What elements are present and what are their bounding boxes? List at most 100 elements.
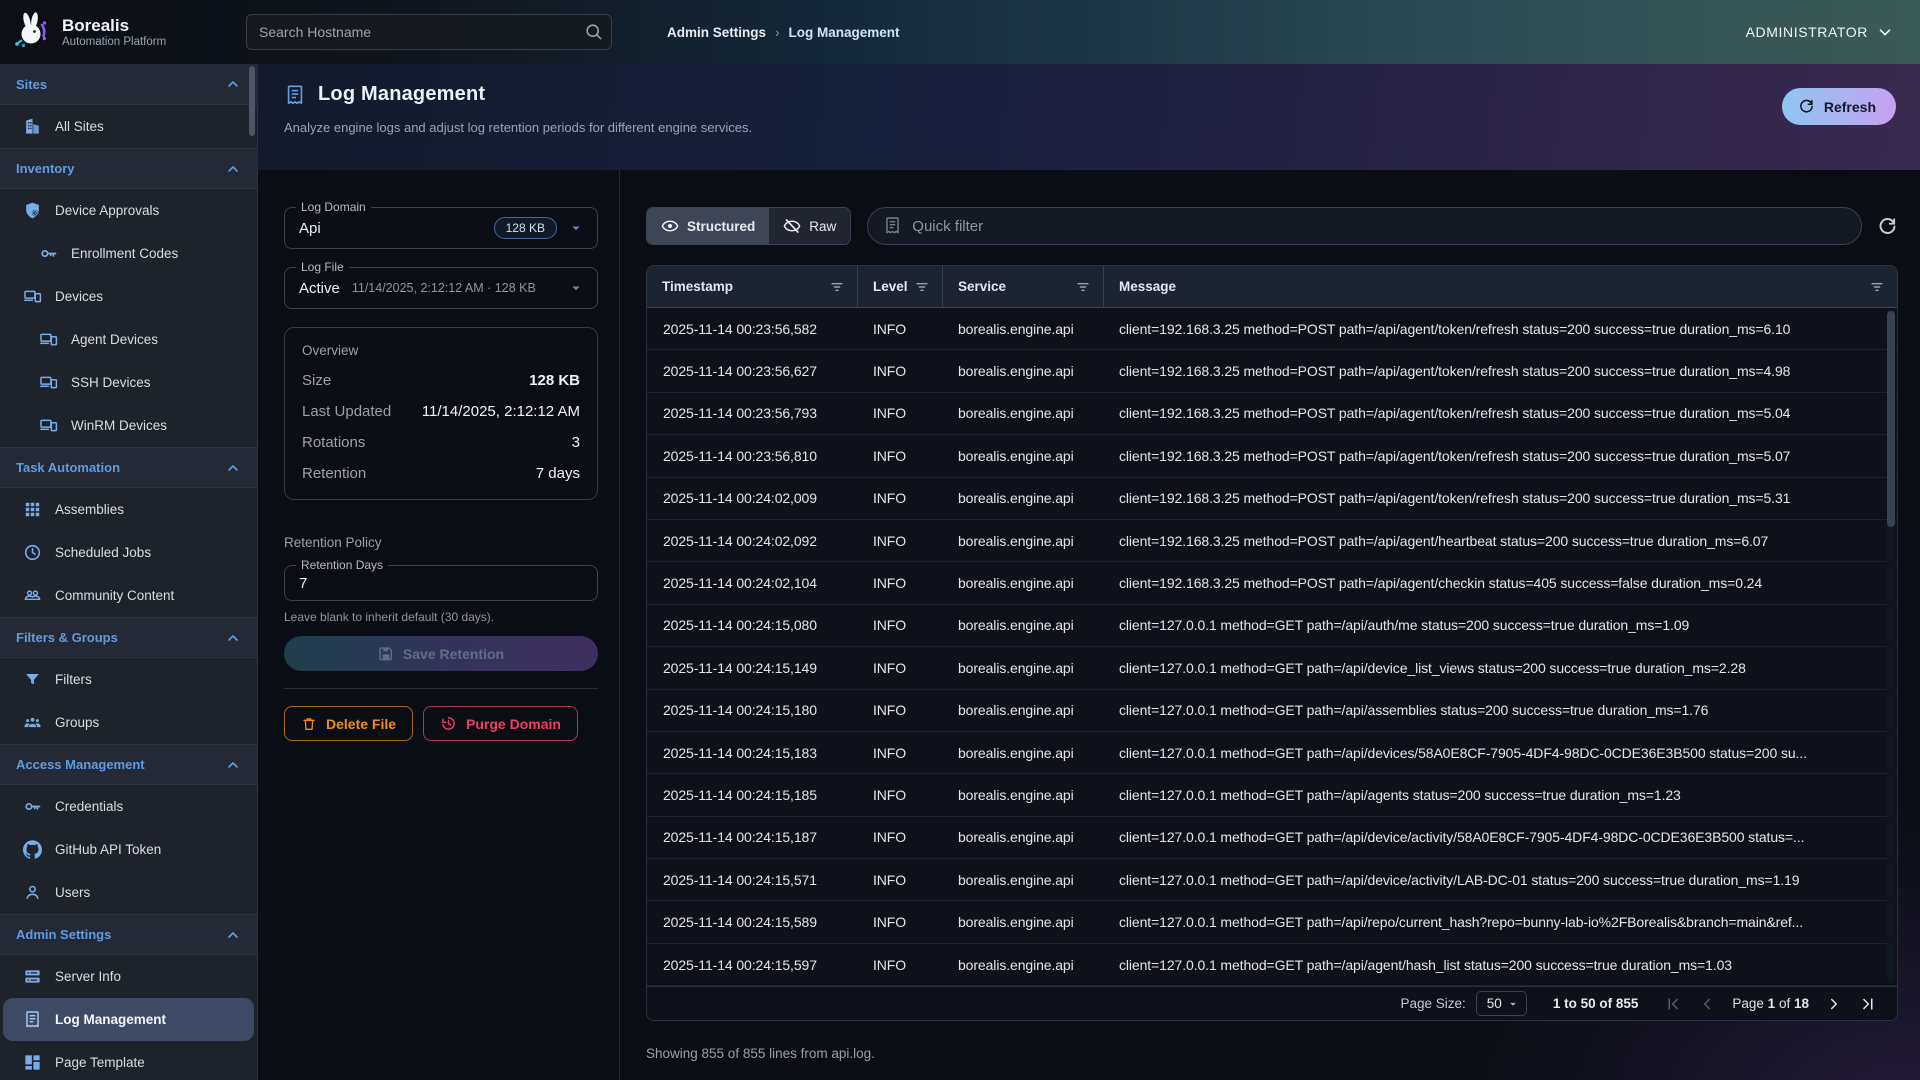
dashboard-icon [23,1053,42,1072]
log-row[interactable]: 2025-11-14 00:23:56,627INFOborealis.engi… [647,350,1897,392]
sidebar-section-task-automation[interactable]: Task Automation [0,447,257,488]
sidebar-item-ssh-devices[interactable]: SSH Devices [3,361,254,404]
sidebar-item-devices[interactable]: Devices [3,275,254,318]
sidebar-item-all-sites[interactable]: All Sites [3,105,254,148]
log-row[interactable]: 2025-11-14 00:24:15,589INFOborealis.engi… [647,901,1897,943]
log-row[interactable]: 2025-11-14 00:24:02,104INFOborealis.engi… [647,562,1897,604]
purge-domain-button[interactable]: Purge Domain [423,706,578,741]
sidebar-section-filters-groups[interactable]: Filters & Groups [0,617,257,658]
column-header-service[interactable]: Service [942,266,1103,307]
sidebar-item-credentials[interactable]: Credentials [3,785,254,828]
caret-down-icon [1506,997,1520,1011]
sidebar-item-scheduled-jobs[interactable]: Scheduled Jobs [3,531,254,574]
table-scrollbar[interactable] [1887,309,1895,981]
log-row[interactable]: 2025-11-14 00:24:15,080INFOborealis.engi… [647,605,1897,647]
sidebar-item-github-api-token[interactable]: GitHub API Token [3,828,254,871]
sidebar-item-enrollment-codes[interactable]: Enrollment Codes [3,232,254,275]
service-cell: borealis.engine.api [942,562,1103,603]
page-subtitle: Analyze engine logs and adjust log reten… [284,120,1896,135]
log-domain-size-chip: 128 KB [494,217,557,239]
trash-icon [301,716,317,732]
sidebar-item-page-template[interactable]: Page Template [3,1041,254,1080]
log-file-select[interactable]: Log File Active 11/14/2025, 2:12:12 AM ·… [284,267,598,309]
chevron-down-icon [1876,23,1894,41]
sidebar-item-server-info[interactable]: Server Info [3,955,254,998]
service-cell: borealis.engine.api [942,859,1103,900]
message-cell: client=192.168.3.25 method=POST path=/ap… [1103,478,1897,519]
timestamp-cell: 2025-11-14 00:24:15,589 [647,901,857,942]
sidebar-section-admin-settings[interactable]: Admin Settings [0,914,257,955]
log-filter-icon [883,216,902,235]
view-mode-toggle: Structured Raw [646,207,851,245]
log-file-label: Log File [296,260,349,274]
filter-icon[interactable] [829,279,845,295]
log-row[interactable]: 2025-11-14 00:24:15,149INFOborealis.engi… [647,647,1897,689]
column-header-message[interactable]: Message [1103,266,1897,307]
quick-filter-input[interactable] [867,207,1862,245]
refresh-button[interactable]: Refresh [1782,88,1896,125]
sidebar-item-winrm-devices[interactable]: WinRM Devices [3,404,254,447]
log-domain-select[interactable]: Log Domain Api 128 KB [284,207,598,249]
column-header-level[interactable]: Level [857,266,942,307]
breadcrumb-admin-settings[interactable]: Admin Settings [667,25,766,40]
log-row[interactable]: 2025-11-14 00:23:56,810INFOborealis.engi… [647,435,1897,477]
sidebar-item-agent-devices[interactable]: Agent Devices [3,318,254,361]
save-retention-button[interactable]: Save Retention [284,636,598,671]
borealis-logo-icon [10,10,54,54]
level-cell: INFO [857,605,942,646]
timestamp-cell: 2025-11-14 00:24:15,183 [647,732,857,773]
sidebar-item-log-management[interactable]: Log Management [3,998,254,1041]
user-menu[interactable]: ADMINISTRATOR [1746,23,1894,41]
log-row[interactable]: 2025-11-14 00:24:02,009INFOborealis.engi… [647,478,1897,520]
page-size-select[interactable]: 50 [1476,991,1527,1016]
sidebar-item-filters[interactable]: Filters [3,658,254,701]
sidebar-item-device-approvals[interactable]: Device Approvals [3,189,254,232]
timestamp-cell: 2025-11-14 00:24:15,149 [647,647,857,688]
prev-page-button[interactable] [1698,995,1716,1013]
sidebar-item-groups[interactable]: Groups [3,701,254,744]
next-page-button[interactable] [1825,995,1843,1013]
log-row[interactable]: 2025-11-14 00:24:15,597INFOborealis.engi… [647,944,1897,986]
table-scrollbar-thumb[interactable] [1887,311,1895,527]
last-page-button[interactable] [1859,995,1877,1013]
log-row[interactable]: 2025-11-14 00:24:02,092INFOborealis.engi… [647,520,1897,562]
raw-toggle[interactable]: Raw [769,208,850,244]
sidebar-scrollbar[interactable] [249,66,255,136]
sidebar-item-users[interactable]: Users [3,871,254,914]
sidebar-section-inventory[interactable]: Inventory [0,148,257,189]
log-row[interactable]: 2025-11-14 00:23:56,582INFOborealis.engi… [647,308,1897,350]
top-bar: Borealis Automation Platform Admin Setti… [0,0,1920,64]
sidebar-section-sites[interactable]: Sites [0,64,257,105]
service-cell: borealis.engine.api [942,393,1103,434]
level-cell: INFO [857,732,942,773]
log-row[interactable]: 2025-11-14 00:24:15,185INFOborealis.engi… [647,774,1897,816]
timestamp-cell: 2025-11-14 00:24:15,597 [647,944,857,985]
timestamp-cell: 2025-11-14 00:23:56,810 [647,435,857,476]
sidebar-section-access-management[interactable]: Access Management [0,744,257,785]
overview-title: Overview [302,343,580,358]
delete-file-button[interactable]: Delete File [284,706,413,741]
filter-icon[interactable] [1075,279,1091,295]
column-header-timestamp[interactable]: Timestamp [647,266,857,307]
log-row[interactable]: 2025-11-14 00:23:56,793INFOborealis.engi… [647,393,1897,435]
sidebar-item-community-content[interactable]: Community Content [3,574,254,617]
structured-toggle[interactable]: Structured [647,208,769,244]
save-icon [378,646,394,662]
sidebar-item-assemblies[interactable]: Assemblies [3,488,254,531]
level-cell: INFO [857,520,942,561]
retention-days-input[interactable] [299,575,583,592]
log-row[interactable]: 2025-11-14 00:24:15,180INFOborealis.engi… [647,690,1897,732]
retention-days-field: Retention Days [284,565,598,601]
filter-icon[interactable] [1869,279,1885,295]
log-row[interactable]: 2025-11-14 00:24:15,571INFOborealis.engi… [647,859,1897,901]
log-row[interactable]: 2025-11-14 00:24:15,187INFOborealis.engi… [647,817,1897,859]
filter-icon[interactable] [914,279,930,295]
first-page-button[interactable] [1664,995,1682,1013]
user-menu-label: ADMINISTRATOR [1746,24,1868,40]
chevron-up-icon [225,76,241,92]
message-cell: client=127.0.0.1 method=GET path=/api/ag… [1103,774,1897,815]
log-row[interactable]: 2025-11-14 00:24:15,183INFOborealis.engi… [647,732,1897,774]
table-refresh-icon[interactable] [1877,216,1898,237]
log-file-value: Active [299,280,340,297]
hostname-search-input[interactable] [246,14,612,50]
